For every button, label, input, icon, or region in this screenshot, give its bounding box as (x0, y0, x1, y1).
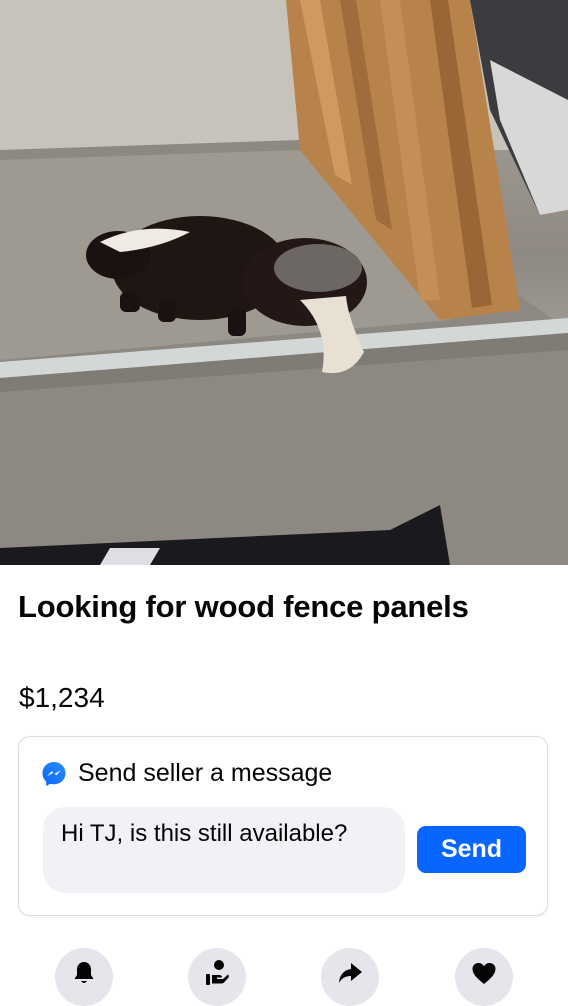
message-seller-heading: Send seller a message (78, 759, 333, 787)
messenger-icon (42, 761, 66, 786)
offer-icon (206, 960, 229, 985)
action-bar (0, 944, 568, 1006)
listing-photo[interactable] (0, 0, 568, 565)
offer-button[interactable] (188, 948, 246, 1006)
heart-icon (472, 963, 496, 984)
share-icon (339, 963, 362, 983)
send-button[interactable]: Send (417, 826, 526, 873)
share-button[interactable] (321, 948, 379, 1006)
message-seller-card: Send seller a message Hi TJ, is this sti… (18, 736, 548, 916)
listing-title: Looking for wood fence panels (18, 589, 469, 624)
message-input[interactable]: Hi TJ, is this still available? (43, 807, 405, 893)
listing-price: $1,234 (19, 682, 105, 713)
skunk-photo-image (0, 0, 568, 565)
save-button[interactable] (455, 948, 513, 1006)
bell-icon (74, 962, 94, 983)
alerts-button[interactable] (55, 948, 113, 1006)
message-seller-header: Send seller a message (41, 759, 332, 788)
